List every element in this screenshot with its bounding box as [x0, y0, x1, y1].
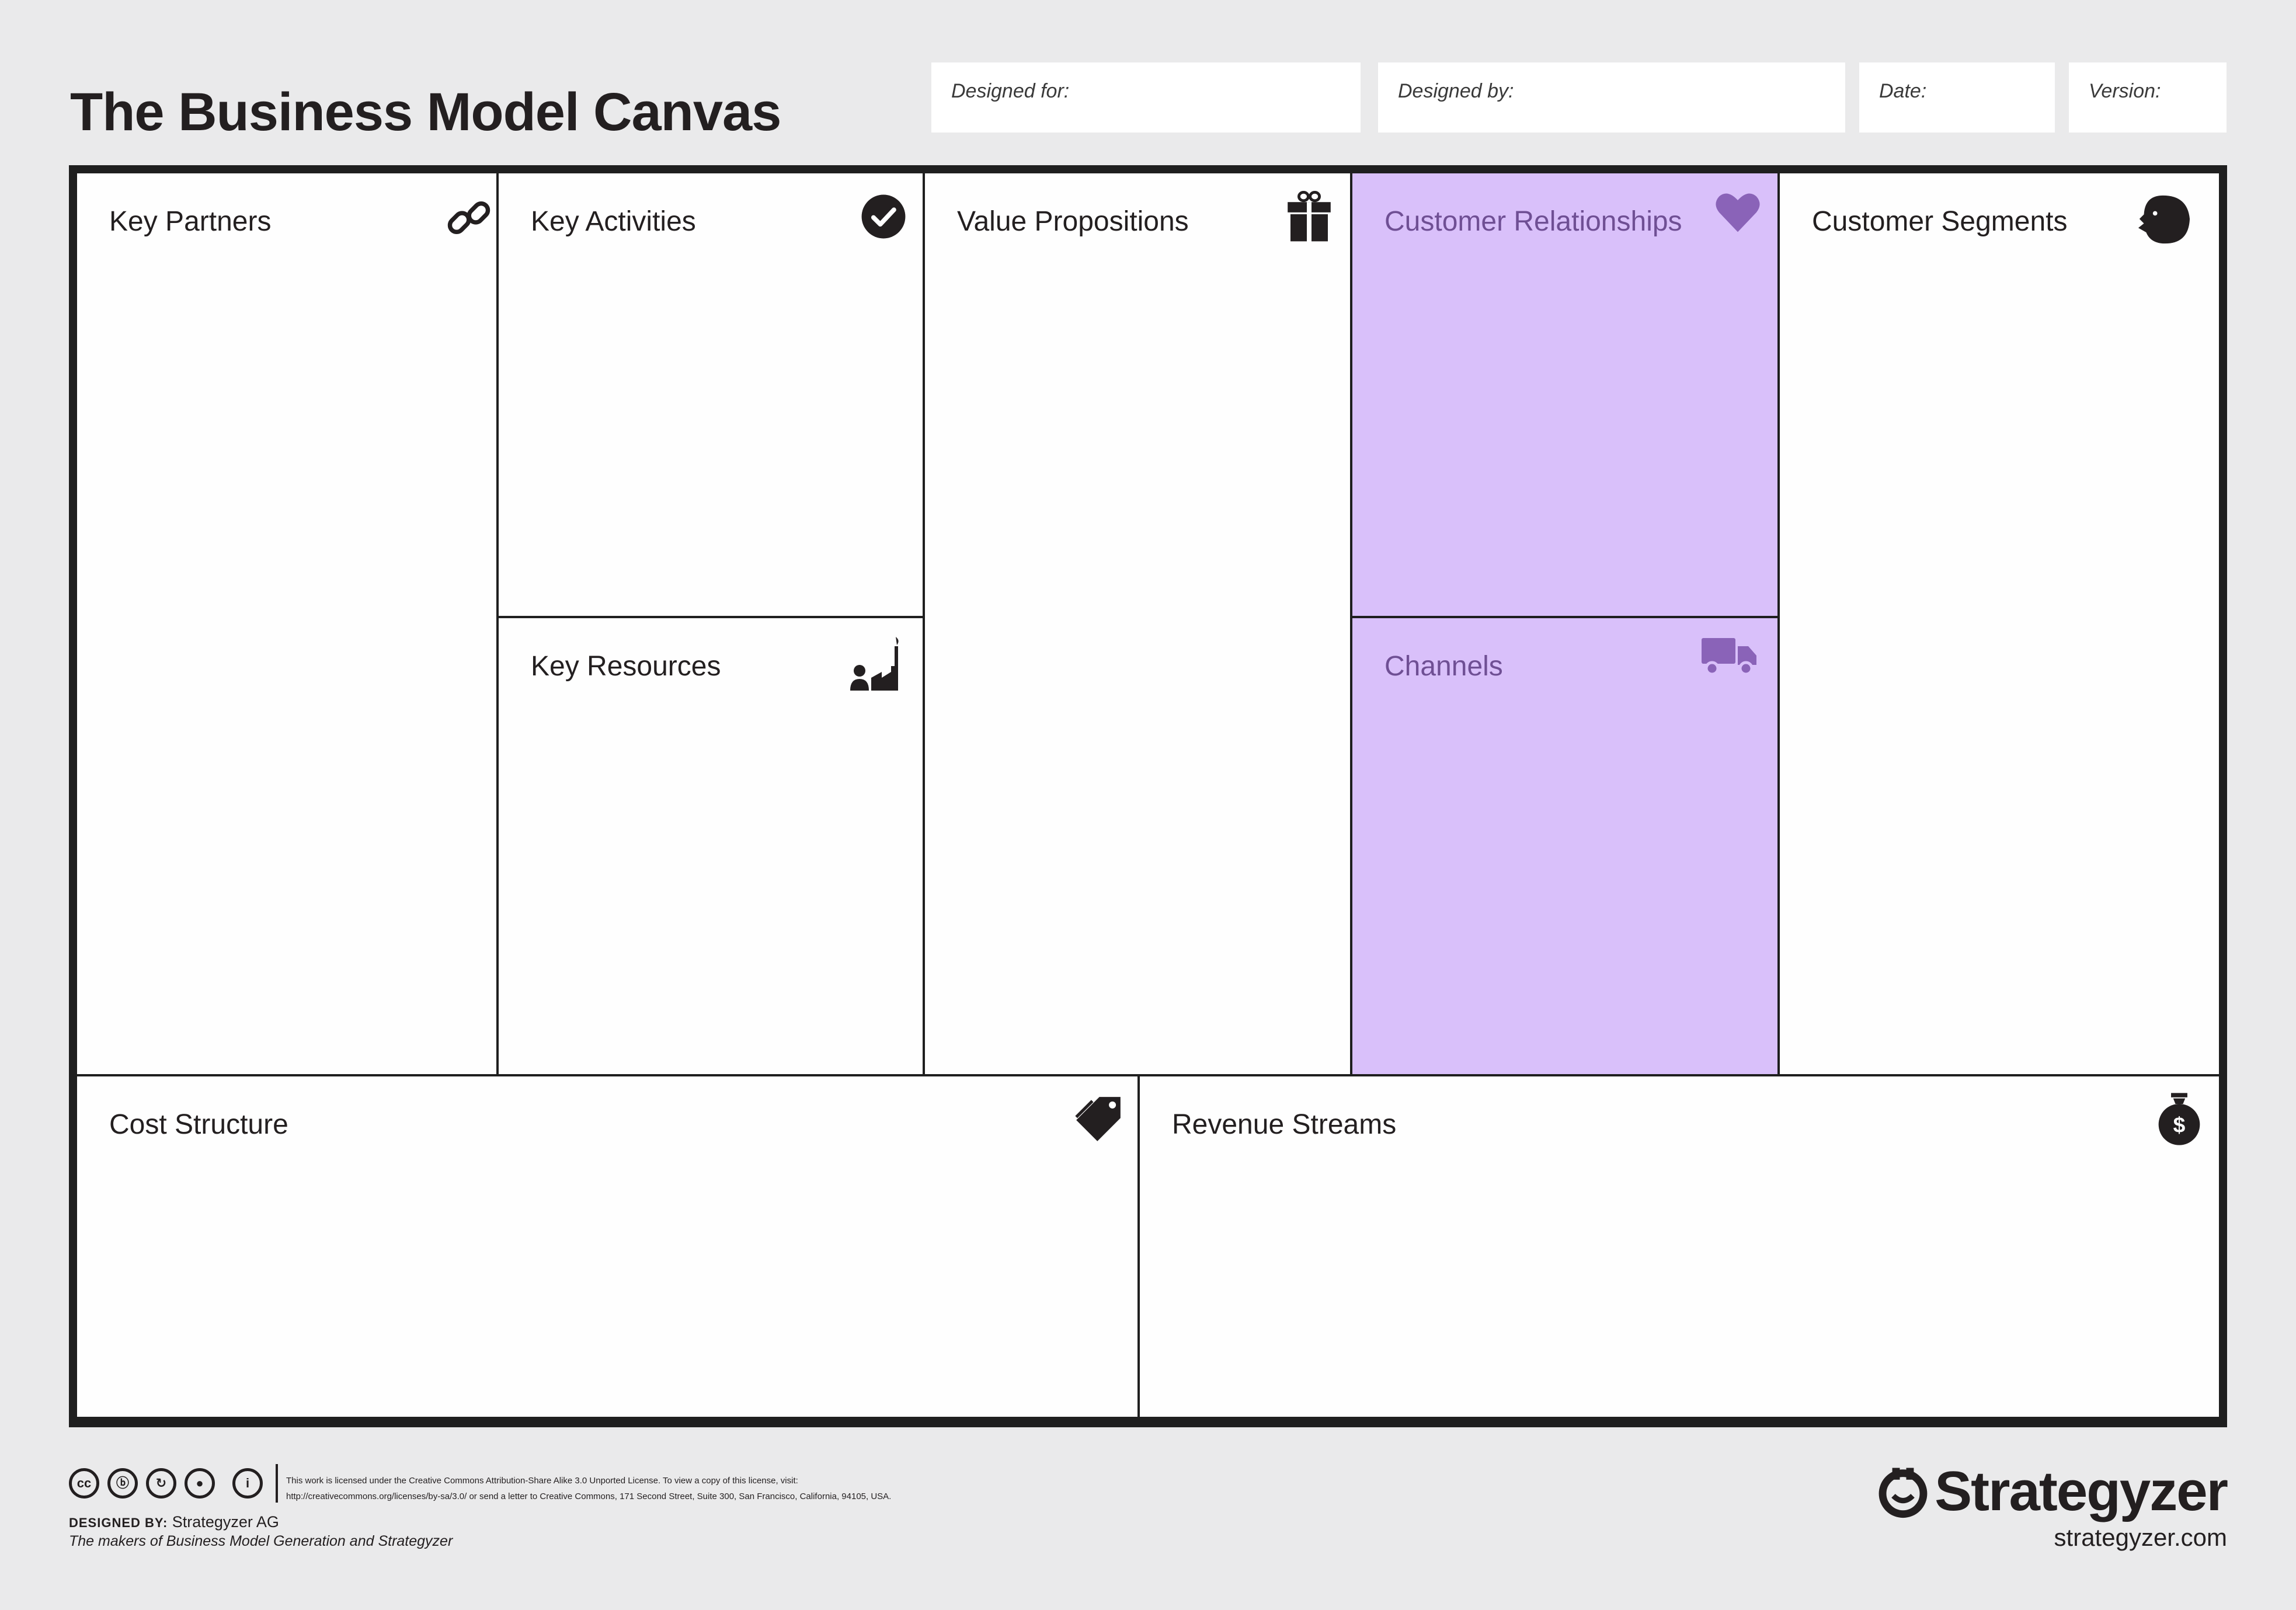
brand-url-link[interactable]: strategyzer.com — [2054, 1524, 2227, 1552]
date-label: Date: — [1879, 80, 1927, 102]
revenue-streams-label: Revenue Streams — [1172, 1109, 1397, 1140]
key-activities-block[interactable]: Key Activities — [499, 173, 923, 616]
license-text-line2[interactable]: http://creativecommons.org/licenses/by-s… — [286, 1491, 891, 1501]
version-field[interactable]: Version: — [2069, 62, 2227, 133]
designed-by-value: Strategyzer AG — [172, 1513, 279, 1531]
key-resources-label: Key Resources — [531, 651, 721, 682]
channels-block[interactable]: Channels — [1352, 618, 1777, 1074]
designed-for-label: Designed for: — [951, 80, 1070, 102]
page-title: The Business Model Canvas — [70, 82, 781, 142]
cc-by-icon: ⓑ — [107, 1468, 138, 1499]
revenue-streams-block[interactable]: Revenue Streams $ — [1140, 1076, 2219, 1417]
link-icon — [445, 194, 493, 242]
strategyzer-logo-icon — [1878, 1468, 1928, 1518]
license-divider — [276, 1464, 278, 1503]
key-partners-label: Key Partners — [109, 206, 272, 237]
cc-nc-icon: ● — [185, 1468, 215, 1499]
cc-attribution-icon: i — [232, 1468, 263, 1499]
designed-by-field[interactable]: Designed by: — [1378, 62, 1845, 133]
strategyzer-logo: Strategyzer — [1876, 1459, 2228, 1524]
designed-by-label: Designed by: — [1398, 80, 1514, 102]
money-bag-icon: $ — [2156, 1092, 2203, 1146]
cost-structure-block[interactable]: Cost Structure — [77, 1076, 1137, 1417]
business-model-canvas: Key Partners Key Activities Key Resource… — [69, 165, 2227, 1427]
date-field[interactable]: Date: — [1859, 62, 2055, 133]
customer-relationships-block[interactable]: Customer Relationships — [1352, 173, 1777, 616]
cost-structure-label: Cost Structure — [109, 1109, 288, 1140]
key-partners-block[interactable]: Key Partners — [77, 173, 496, 1074]
face-profile-icon — [2136, 193, 2192, 246]
designed-by-credit: DESIGNED BY: Strategyzer AG — [69, 1513, 279, 1531]
license-text-line1: This work is licensed under the Creative… — [286, 1476, 798, 1486]
customer-segments-block[interactable]: Customer Segments — [1780, 173, 2219, 1074]
cc-icon: cc — [69, 1468, 99, 1499]
truck-icon — [1700, 636, 1759, 677]
customer-relationships-label: Customer Relationships — [1384, 206, 1682, 237]
value-propositions-label: Value Propositions — [957, 206, 1189, 237]
price-tag-icon — [1073, 1094, 1123, 1144]
key-resources-block[interactable]: Key Resources — [499, 618, 923, 1074]
designed-for-field[interactable]: Designed for: — [931, 62, 1361, 133]
version-label: Version: — [2089, 80, 2161, 102]
svg-text:$: $ — [2173, 1112, 2186, 1137]
checkmark-circle-icon — [861, 194, 906, 239]
key-activities-label: Key Activities — [531, 206, 696, 237]
gift-icon — [1286, 191, 1333, 242]
channels-label: Channels — [1384, 651, 1503, 682]
makers-tagline: The makers of Business Model Generation … — [69, 1533, 453, 1549]
factory-worker-icon — [848, 635, 906, 693]
brand-name: Strategyzer — [1935, 1460, 2228, 1522]
designed-by-prefix: DESIGNED BY: — [69, 1515, 168, 1530]
heart-icon — [1714, 191, 1761, 233]
cc-sa-icon: ↻ — [146, 1468, 176, 1499]
value-propositions-block[interactable]: Value Propositions — [925, 173, 1350, 1074]
customer-segments-label: Customer Segments — [1812, 206, 2068, 237]
